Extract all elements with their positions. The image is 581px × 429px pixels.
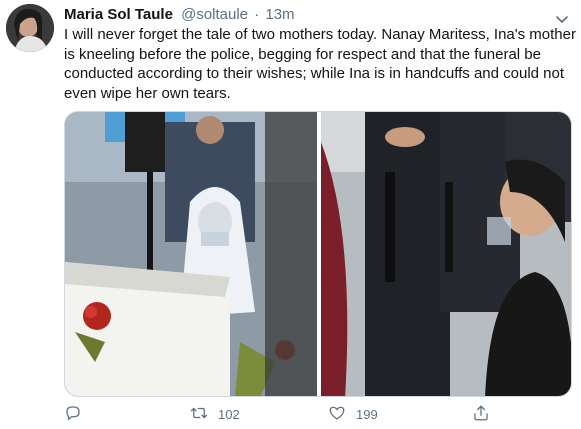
share-button[interactable] — [472, 404, 490, 426]
separator-dot: · — [254, 6, 260, 23]
tweet[interactable]: Maria Sol Taule @soltaule · 13m I will n… — [0, 0, 581, 429]
reply-icon[interactable] — [64, 404, 82, 427]
avatar[interactable] — [6, 4, 54, 52]
author-handle[interactable]: @soltaule — [181, 6, 248, 23]
photo-left[interactable] — [65, 112, 317, 397]
author-name[interactable]: Maria Sol Taule — [64, 6, 173, 23]
reply-button[interactable] — [64, 404, 82, 426]
tweet-time[interactable]: 13m — [265, 6, 294, 23]
tweet-header: Maria Sol Taule @soltaule · 13m — [64, 5, 295, 25]
tweet-media[interactable] — [64, 111, 572, 397]
share-icon[interactable] — [472, 404, 490, 427]
retweet-count: 102 — [218, 407, 240, 422]
retweet-button[interactable]: 102 — [190, 404, 240, 426]
heart-icon[interactable] — [328, 404, 346, 427]
photo-right[interactable] — [321, 112, 572, 397]
retweet-icon[interactable] — [190, 404, 208, 427]
like-button[interactable]: 199 — [328, 404, 378, 426]
tweet-text: I will never forget the tale of two moth… — [64, 26, 576, 102]
tweet-actions: 102 199 — [64, 404, 572, 426]
like-count: 199 — [356, 407, 378, 422]
